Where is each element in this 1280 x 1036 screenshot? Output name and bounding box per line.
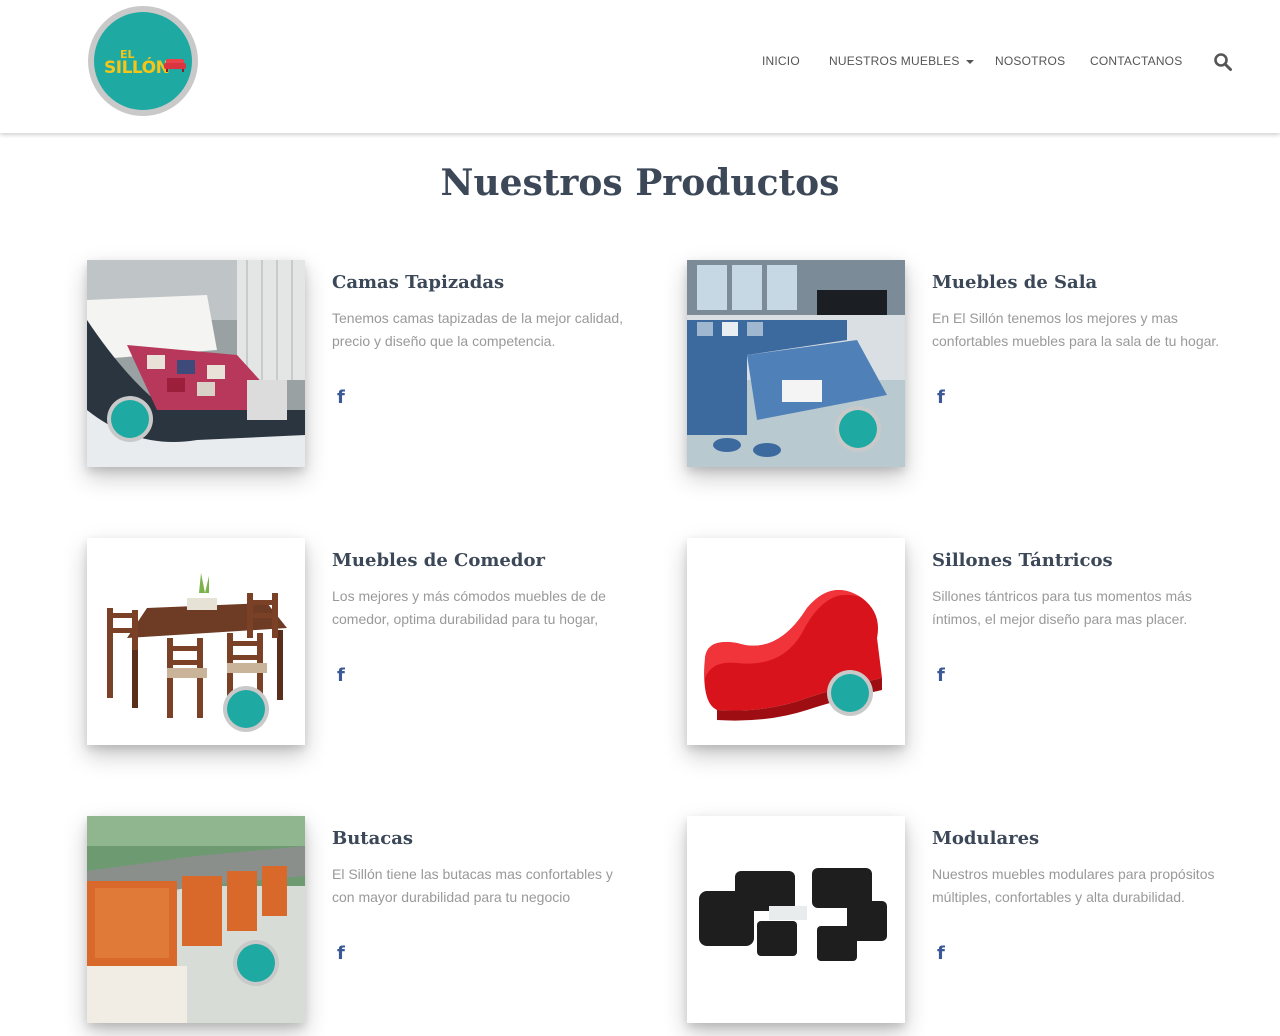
product-description: Los mejores y más cómodos muebles de de …	[332, 588, 606, 627]
brand-logo[interactable]: EL SILLÓN	[88, 6, 198, 116]
product-title[interactable]: Modulares	[932, 828, 1039, 849]
sofa-icon	[164, 59, 186, 72]
product-image-camas[interactable]	[87, 260, 305, 467]
brand-badge	[827, 670, 873, 716]
product-description: En El Sillón tenemos los mejores y mas c…	[932, 310, 1220, 349]
search-icon[interactable]	[1213, 52, 1233, 72]
nav-contactanos[interactable]: CONTACTANOS	[1090, 54, 1182, 70]
facebook-icon[interactable]: f	[337, 943, 345, 964]
product-description: Nuestros muebles modulares para propósit…	[932, 866, 1215, 905]
product-image-butacas[interactable]	[87, 816, 305, 1023]
product-title[interactable]: Muebles de Comedor	[332, 550, 545, 571]
facebook-icon[interactable]: f	[937, 943, 945, 964]
product-description: El Sillón tiene las butacas mas conforta…	[332, 866, 613, 905]
nav-nuestros-muebles-label: NUESTROS MUEBLES	[829, 54, 960, 68]
facebook-icon[interactable]: f	[937, 665, 945, 686]
facebook-icon[interactable]: f	[337, 665, 345, 686]
nav-nosotros[interactable]: NOSOTROS	[995, 54, 1065, 70]
nav-inicio[interactable]: INICIO	[762, 54, 800, 70]
product-image-comedor[interactable]	[87, 538, 305, 745]
facebook-icon[interactable]: f	[937, 387, 945, 408]
facebook-icon[interactable]: f	[337, 387, 345, 408]
caret-down-icon	[965, 59, 974, 64]
product-title[interactable]: Muebles de Sala	[932, 272, 1097, 293]
product-card-sillones-tantricos: Sillones Tántricos Sillones tántricos pa…	[687, 538, 1247, 758]
brand-badge	[223, 686, 269, 732]
page-title: Nuestros Productos	[440, 162, 840, 204]
product-image-sala[interactable]	[687, 260, 905, 467]
site-header: EL SILLÓN INICIO NUESTROS MUEBLES NOSOTR…	[0, 0, 1280, 133]
product-card-camas-tapizadas: Camas Tapizadas Tenemos camas tapizadas …	[87, 260, 647, 480]
product-title[interactable]: Butacas	[332, 828, 413, 849]
product-card-modulares: Modulares Nuestros muebles modulares par…	[687, 816, 1247, 1036]
logo-text-sillon: SILLÓN	[104, 58, 170, 78]
product-card-muebles-de-comedor: Muebles de Comedor Los mejores y más cóm…	[87, 538, 647, 758]
product-card-muebles-de-sala: Muebles de Sala En El Sillón tenemos los…	[687, 260, 1247, 480]
product-description: Tenemos camas tapizadas de la mejor cali…	[332, 310, 624, 349]
brand-badge	[233, 940, 279, 986]
brand-badge	[107, 396, 153, 442]
product-title[interactable]: Sillones Tántricos	[932, 550, 1113, 571]
product-image-modulares[interactable]	[687, 816, 905, 1023]
brand-badge	[835, 406, 881, 452]
nav-nuestros-muebles[interactable]: NUESTROS MUEBLES	[829, 54, 974, 70]
product-card-butacas: Butacas El Sillón tiene las butacas mas …	[87, 816, 647, 1036]
product-title[interactable]: Camas Tapizadas	[332, 272, 504, 293]
product-image-tantrico[interactable]	[687, 538, 905, 745]
product-description: Sillones tántricos para tus momentos más…	[932, 588, 1192, 627]
